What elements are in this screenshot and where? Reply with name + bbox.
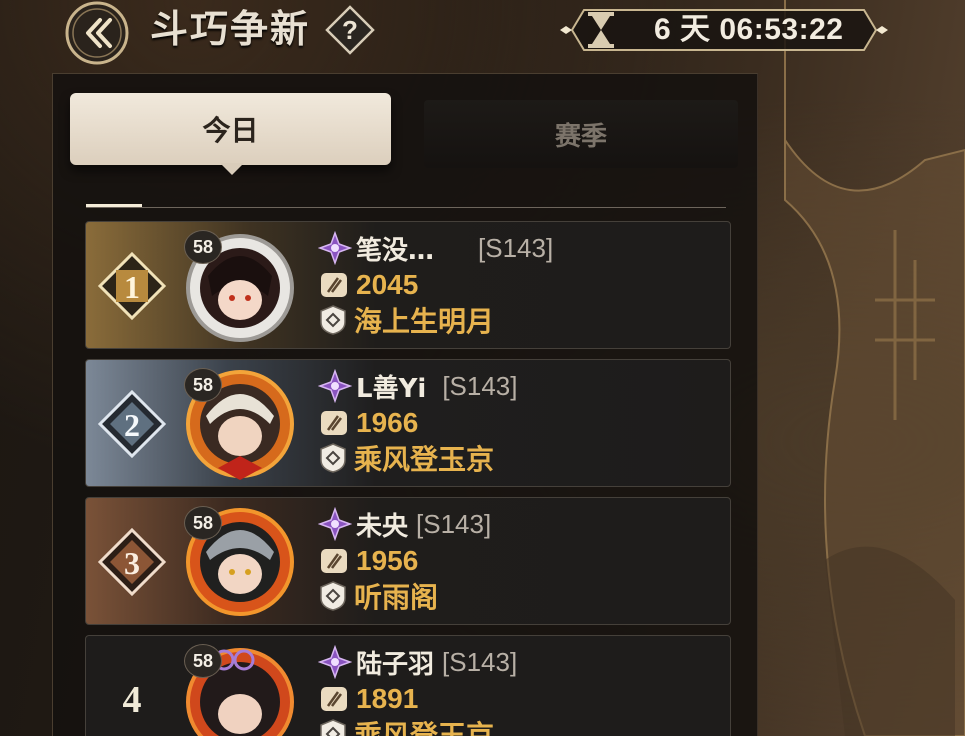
rank-number: 4 [122,679,142,721]
shield-icon [320,305,346,335]
scroll-icon [321,273,347,297]
score-line: 1966 [318,406,418,440]
guild-name: 乘风登玉京 [354,443,495,476]
season-timer: 6 天 06:53:22 [558,6,890,54]
ranking-row[interactable]: 4 58 陆子羽 [S143] 1891 乘风登玉京 [85,635,731,736]
ranking-row[interactable]: 3 58 未央 [S143] 1956 听雨阁 [85,497,731,625]
purple-flower-icon [318,645,352,679]
guild-name: 听雨阁 [354,581,439,614]
level-badge: 58 [184,644,222,678]
tab-today[interactable]: 今日 [70,93,391,165]
level-badge: 58 [184,368,222,402]
back-button[interactable] [62,0,132,66]
score-value: 1966 [356,407,419,438]
rank-silver-badge: 2 [97,389,167,459]
guild-line: 乘风登玉京 [318,440,494,476]
server-tag: [S143] [442,646,518,677]
scroll-icon [321,687,347,711]
player-name-line: 未央 [S143] [318,506,491,542]
guild-line: 乘风登玉京 [318,716,494,736]
divider-accent [86,204,142,207]
player-name-line: 陆子羽 [S143] [318,644,517,680]
background-ornament [784,0,965,736]
player-name-line: L善Yi [S143] [318,368,517,404]
ranking-row[interactable]: 1 58 笔没… [S143] 2045 海上生明月 [85,221,731,349]
divider [86,207,726,208]
scroll-icon [321,411,347,435]
score-value: 1956 [356,545,419,576]
purple-flower-icon [318,231,352,265]
score-line: 1891 [318,682,418,716]
tab-season[interactable]: 赛季 [424,100,738,168]
tab-season-label: 赛季 [554,121,607,152]
purple-flower-icon [318,507,352,541]
shield-icon [320,719,346,736]
player-name: 未央 [356,511,409,542]
score-value: 2045 [356,269,419,300]
ranking-row[interactable]: 2 58 L善Yi [S143] 1966 乘风登玉京 [85,359,731,487]
guild-name: 海上生明月 [354,305,495,338]
guild-name: 乘风登玉京 [354,719,495,736]
server-tag: [S143] [478,232,554,263]
score-line: 1956 [318,544,418,578]
question-icon: ? [325,5,375,55]
rank-number: 1 [124,269,140,305]
help-button[interactable]: ? [325,5,375,55]
double-chevron-left-icon [65,1,129,65]
timer-text: 6 天 06:53:22 [654,13,844,46]
score-line: 2045 [318,268,418,302]
svg-text:?: ? [342,15,358,45]
server-tag: [S143] [416,508,492,539]
page-title: 斗巧争新 [150,7,311,51]
player-name-line: 笔没… [S143] [318,230,553,266]
top-bar: 斗巧争新 ? 6 天 06:53:22 [0,0,965,66]
player-name: L善Yi [356,373,427,404]
player-name: 笔没… [356,235,435,266]
rank-number: 2 [124,407,140,443]
level-badge: 58 [184,230,222,264]
score-value: 1891 [356,683,419,714]
tab-today-label: 今日 [202,114,259,147]
shield-icon [320,581,346,611]
level-badge: 58 [184,506,222,540]
server-tag: [S143] [442,370,518,401]
rank-gold-badge: 1 [97,251,167,321]
hourglass-icon [588,12,614,48]
guild-line: 海上生明月 [318,302,494,338]
rank-bronze-badge: 3 [97,527,167,597]
rank-number: 3 [124,545,140,581]
purple-flower-icon [318,369,352,403]
guild-line: 听雨阁 [318,578,438,614]
scroll-icon [321,549,347,573]
shield-icon [320,443,346,473]
player-name: 陆子羽 [356,649,435,680]
active-tab-pointer [220,163,244,175]
